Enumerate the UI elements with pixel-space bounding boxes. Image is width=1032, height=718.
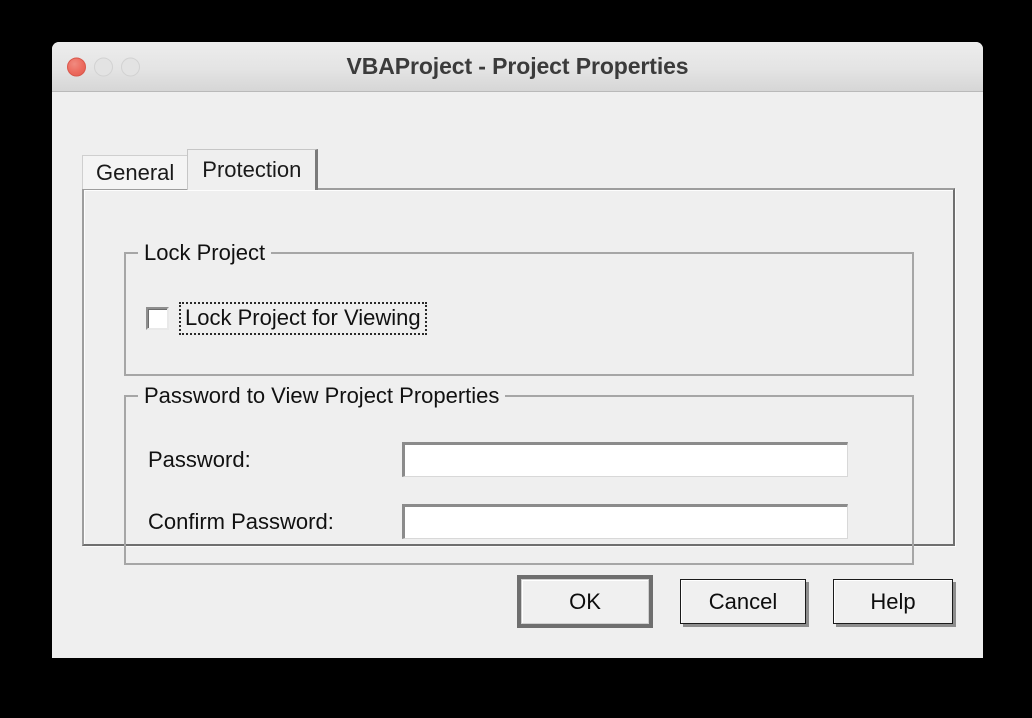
tab-bar: General Protection xyxy=(82,149,319,190)
password-input[interactable] xyxy=(402,442,848,477)
password-field-row: Password: xyxy=(148,442,848,477)
lock-project-checkbox-row: Lock Project for Viewing xyxy=(146,302,427,335)
window-title: VBAProject - Project Properties xyxy=(346,52,689,79)
cancel-button[interactable]: Cancel xyxy=(680,579,806,624)
lock-project-for-viewing-checkbox[interactable] xyxy=(146,307,169,330)
lock-project-groupbox: Lock Project Lock Project for Viewing xyxy=(124,239,914,376)
lock-project-for-viewing-label[interactable]: Lock Project for Viewing xyxy=(179,302,427,335)
tab-protection[interactable]: Protection xyxy=(187,149,319,190)
ok-button-label: OK xyxy=(521,579,649,624)
window-titlebar: VBAProject - Project Properties xyxy=(52,42,983,92)
password-groupbox-legend: Password to View Project Properties xyxy=(138,382,506,410)
confirm-password-label: Confirm Password: xyxy=(148,508,334,534)
lock-project-legend: Lock Project xyxy=(138,239,272,267)
help-button[interactable]: Help xyxy=(833,579,953,624)
dialog-content: General Protection Lock Project Lock Pro… xyxy=(52,92,983,658)
protection-tab-panel: Lock Project Lock Project for Viewing Pa… xyxy=(82,188,955,565)
password-label: Password: xyxy=(148,446,251,472)
confirm-password-field-row: Confirm Password: xyxy=(148,504,848,539)
ok-button[interactable]: OK xyxy=(517,575,653,628)
project-properties-dialog: VBAProject - Project Properties General … xyxy=(52,42,983,658)
password-groupbox: Password to View Project Properties Pass… xyxy=(124,382,914,565)
dialog-button-bar: OK Cancel Help xyxy=(517,575,953,628)
confirm-password-input[interactable] xyxy=(402,504,848,539)
tab-general[interactable]: General xyxy=(82,155,188,189)
